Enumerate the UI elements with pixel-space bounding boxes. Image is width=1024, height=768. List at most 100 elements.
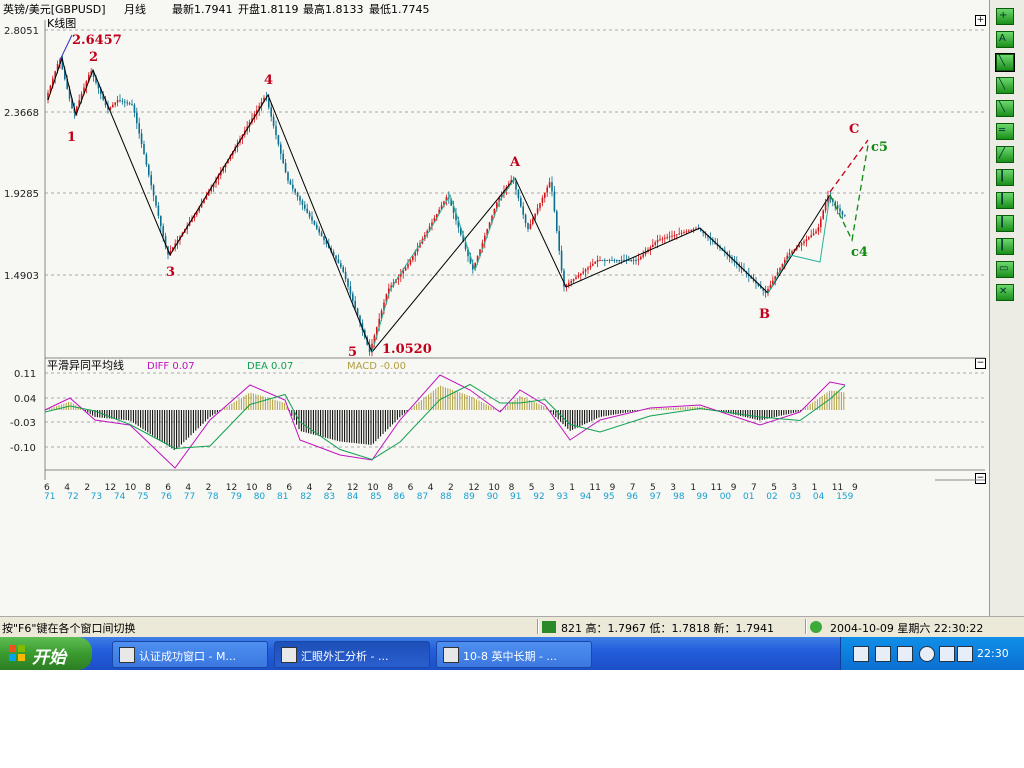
candle-body bbox=[683, 232, 685, 234]
candle-body bbox=[347, 279, 349, 287]
image-icon bbox=[443, 647, 459, 663]
delete-tool-icon[interactable]: ✕ bbox=[996, 284, 1014, 301]
year-tick: 03 bbox=[790, 492, 801, 502]
ime-tray-icon[interactable] bbox=[897, 646, 913, 662]
candle-body bbox=[522, 206, 524, 215]
period-tool-icon[interactable]: ┃ bbox=[996, 215, 1014, 232]
candle-body bbox=[520, 198, 522, 207]
candle-body bbox=[673, 234, 676, 236]
network-tray-icon[interactable] bbox=[939, 646, 955, 662]
year-tick: 159 bbox=[836, 492, 853, 502]
candle-body bbox=[836, 205, 839, 209]
candle-body bbox=[551, 182, 553, 192]
line-tool-icon[interactable]: ╲ bbox=[995, 53, 1015, 72]
year-tick: 88 bbox=[440, 492, 452, 502]
bulb-icon[interactable] bbox=[810, 621, 822, 633]
macd-tick: 0.04 bbox=[14, 394, 36, 405]
candle-body bbox=[635, 260, 637, 261]
candle-body bbox=[812, 233, 815, 236]
candle-body bbox=[152, 185, 155, 196]
year-tick: 93 bbox=[557, 492, 568, 502]
year-tick: 96 bbox=[627, 492, 639, 502]
candle-body bbox=[160, 215, 162, 227]
year-tick: 87 bbox=[417, 492, 428, 502]
candle-body bbox=[817, 227, 820, 232]
year-tick: 01 bbox=[743, 492, 754, 502]
task-button[interactable]: 认证成功窗口 - M... bbox=[112, 641, 268, 668]
macd-tick: -0.03 bbox=[10, 418, 36, 429]
keyboard-icon[interactable] bbox=[542, 621, 556, 633]
macd-tick: 0.11 bbox=[14, 369, 36, 380]
year-tick: 74 bbox=[114, 492, 126, 502]
taskbar: 开始 认证成功窗口 - M... 汇眼外汇分析 - ... 10-8 英中长期 … bbox=[0, 637, 1024, 670]
candle-body bbox=[798, 245, 800, 248]
candle-body bbox=[575, 277, 577, 280]
hline-tool-icon[interactable]: ═ bbox=[996, 123, 1014, 140]
month-tick: 10 bbox=[125, 483, 137, 493]
candle-body bbox=[275, 125, 277, 136]
gann-tool-icon[interactable]: ┃ bbox=[996, 238, 1014, 255]
wave-label-c5: c5 bbox=[871, 140, 888, 155]
macd-tick: -0.10 bbox=[10, 443, 36, 454]
price-tick: 2.8051 bbox=[4, 26, 39, 37]
candle-body bbox=[272, 116, 275, 126]
grid-tool-icon[interactable]: ┃ bbox=[996, 169, 1014, 186]
candle-body bbox=[306, 208, 308, 213]
candle-body bbox=[553, 191, 556, 212]
candle-body bbox=[532, 218, 534, 224]
candle-body bbox=[162, 226, 164, 237]
candle-body bbox=[529, 223, 532, 230]
candle-body bbox=[546, 187, 548, 193]
wave-label-5: 5 bbox=[348, 345, 357, 360]
plus-tool-icon[interactable]: + bbox=[996, 8, 1014, 25]
candle-body bbox=[640, 256, 642, 260]
candle-body bbox=[527, 223, 529, 230]
candle-body bbox=[582, 271, 584, 274]
candle-body bbox=[601, 260, 604, 261]
candle-body bbox=[524, 214, 527, 224]
candle-body bbox=[145, 154, 148, 165]
candle-body bbox=[304, 204, 306, 209]
candle-body bbox=[560, 250, 563, 271]
candle-body bbox=[131, 104, 133, 105]
candle-body bbox=[539, 203, 541, 209]
candle-body bbox=[690, 229, 692, 231]
month-tick: 1 bbox=[690, 483, 696, 493]
year-tick: 94 bbox=[580, 492, 592, 502]
candle-body bbox=[548, 182, 551, 188]
year-tick: 77 bbox=[184, 492, 195, 502]
help-tray-icon[interactable] bbox=[875, 646, 891, 662]
task-button[interactable]: 10-8 英中长期 - ... bbox=[436, 641, 592, 668]
start-button[interactable]: 开始 bbox=[0, 637, 92, 670]
candle-body bbox=[301, 200, 304, 205]
channel-tool-icon[interactable]: ╱ bbox=[996, 146, 1014, 163]
task-button[interactable]: 汇眼外汇分析 - ... bbox=[274, 641, 430, 668]
month-tick: 6 bbox=[408, 483, 414, 493]
candle-body bbox=[544, 192, 546, 198]
ray-tool-icon[interactable]: ╲ bbox=[996, 77, 1014, 94]
candle-body bbox=[140, 133, 143, 144]
year-tick: 92 bbox=[533, 492, 544, 502]
year-tick: 95 bbox=[603, 492, 614, 502]
projected-wave-c bbox=[829, 139, 869, 193]
keyboard-tray-icon[interactable] bbox=[853, 646, 869, 662]
rect-tool-icon[interactable]: ▭ bbox=[996, 261, 1014, 278]
volume-tray-icon[interactable] bbox=[957, 646, 973, 662]
candle-body bbox=[611, 260, 613, 261]
fib-tool-icon[interactable]: ┃ bbox=[996, 192, 1014, 209]
text-tool-icon[interactable]: A bbox=[996, 31, 1014, 48]
year-tick: 82 bbox=[300, 492, 311, 502]
expand-tray-icon[interactable] bbox=[919, 646, 935, 662]
drawing-toolbar: + A ╲ ╲ ╲ ═ ╱ ┃ ┃ ┃ ┃ ▭ ✕ bbox=[989, 0, 1024, 616]
price-chart[interactable]: 2.8051 2.3668 1.9285 1.4903 1 2 3 4 5 A … bbox=[0, 0, 989, 510]
candle-body bbox=[589, 265, 592, 268]
year-tick: 90 bbox=[487, 492, 499, 502]
candle-body bbox=[112, 104, 114, 108]
price-tick: 1.9285 bbox=[4, 189, 39, 200]
candle-body bbox=[608, 260, 611, 261]
segment-tool-icon[interactable]: ╲ bbox=[996, 100, 1014, 117]
candle-body bbox=[277, 135, 280, 145]
candle-body bbox=[556, 211, 558, 232]
year-tick: 02 bbox=[766, 492, 777, 502]
peak-pointer bbox=[59, 34, 73, 61]
